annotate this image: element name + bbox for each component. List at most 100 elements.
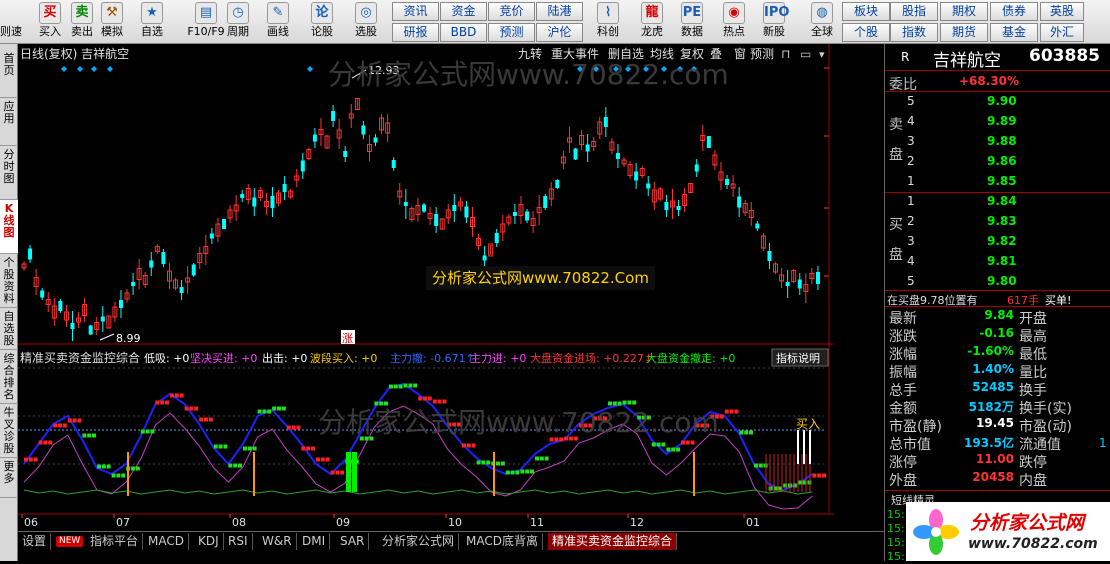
leftnav-item-2[interactable]: 分时图 <box>0 146 18 200</box>
bottom-tab-7[interactable]: DMI <box>298 533 331 550</box>
candle-body <box>573 148 578 160</box>
bottom-tab-1[interactable]: NEW <box>56 536 84 547</box>
signal-dot <box>286 425 291 430</box>
quick-link-0-0[interactable]: 资讯 <box>392 2 439 21</box>
market-link-0-4[interactable]: 英股 <box>1040 2 1084 21</box>
chart-tool-7[interactable]: 预测 <box>750 47 774 61</box>
bottom-tab-9[interactable]: 分析家公式网 <box>378 533 460 550</box>
buy-price-4[interactable]: 9.80 <box>987 274 1017 288</box>
sell-price-4[interactable]: 9.85 <box>987 174 1017 188</box>
bottom-tab-10[interactable]: MACD底背离 <box>462 533 543 550</box>
buy-price-0[interactable]: 9.84 <box>987 194 1017 208</box>
candle-body <box>240 194 245 198</box>
ind-item-1: 坚决买进: +0 <box>190 352 257 365</box>
leftnav-item-3[interactable]: K线图 <box>0 200 18 254</box>
toolbar-button-0[interactable]: 买买入 <box>34 0 66 44</box>
bottom-tab-8[interactable]: SAR <box>336 533 370 550</box>
signal-dot <box>671 447 676 452</box>
leftnav-item-8[interactable]: 更多 <box>0 458 18 498</box>
lock-icon[interactable]: ⊓ <box>781 47 790 61</box>
toolbar-button-13[interactable]: IPO 新股 <box>758 0 790 44</box>
market-link-0-2[interactable]: 期权 <box>940 2 988 21</box>
bottom-tab-5[interactable]: RSI <box>224 533 253 550</box>
market-link-1-3[interactable]: 基金 <box>990 23 1038 42</box>
buy-level-3: 4 <box>907 254 915 268</box>
sell-price-0[interactable]: 9.90 <box>987 94 1017 108</box>
toolbar-button-9[interactable]: ⌇ 科创 <box>592 0 624 44</box>
signal-dot <box>681 440 685 445</box>
leftnav-item-4[interactable]: 个股资料 <box>0 254 18 308</box>
toolbar-button-1[interactable]: 卖卖出 <box>66 0 98 44</box>
sell-price-2[interactable]: 9.88 <box>987 134 1017 148</box>
leftnav-item-5[interactable]: 自选股 <box>0 308 18 350</box>
signal-dot <box>462 443 466 448</box>
toolbar-icon-11: PE <box>681 2 703 24</box>
toolbar-button-7[interactable]: 论论股 <box>306 0 338 44</box>
chart-tool-6[interactable]: 窗 <box>734 47 746 61</box>
market-link-0-3[interactable]: 债券 <box>990 2 1038 21</box>
toolbar-button-2[interactable]: ⚒ 模拟 <box>96 0 128 44</box>
candle-body <box>615 153 620 159</box>
bottom-tab-0[interactable]: 设置 <box>18 533 52 550</box>
quick-link-1-3[interactable]: 沪伦 <box>536 23 583 42</box>
toolbar-button-5[interactable]: ◷ 周期 <box>222 0 254 44</box>
signal-dot <box>792 483 797 488</box>
bottom-tab-2[interactable]: 指标平台 <box>86 533 144 550</box>
market-link-0-1[interactable]: 股指 <box>890 2 938 21</box>
bottom-tab-4[interactable]: KDJ <box>194 533 224 550</box>
candle-body <box>58 301 63 311</box>
layout-icon[interactable]: ▭ <box>800 47 811 61</box>
quick-link-0-2[interactable]: 竞价 <box>488 2 535 21</box>
toolbar-label-9: 科创 <box>597 25 619 38</box>
market-link-1-1[interactable]: 指数 <box>890 23 938 42</box>
leftnav-item-0[interactable]: 首页 <box>0 50 18 98</box>
bottom-tab-6[interactable]: W&R <box>258 533 297 550</box>
quick-link-1-1[interactable]: BBD <box>440 23 487 42</box>
toolbar-button-10[interactable]: 龍龙虎 <box>636 0 668 44</box>
market-link-1-2[interactable]: 期货 <box>940 23 988 42</box>
quick-link-1-0[interactable]: 研报 <box>392 23 439 42</box>
stat-value-2: -1.60% <box>967 344 1014 358</box>
sell-price-3[interactable]: 9.86 <box>987 154 1017 168</box>
quick-link-1-2[interactable]: 预测 <box>488 23 535 42</box>
candle-body <box>131 282 136 286</box>
buy-price-2[interactable]: 9.82 <box>987 234 1017 248</box>
signal-dot <box>471 443 476 448</box>
leftnav-item-6[interactable]: 综合排名 <box>0 350 18 404</box>
market-link-0-0[interactable]: 板块 <box>842 2 890 21</box>
toolbar-button-12[interactable]: ◉ 热点 <box>718 0 750 44</box>
date-label-0: 06 <box>24 516 38 529</box>
signal-dot <box>525 469 530 474</box>
watermark-top: 分析家公式网www.70822.com <box>328 58 729 91</box>
toolbar-icon-3: ★ <box>141 2 163 24</box>
signal-dot <box>296 425 301 430</box>
toolbar-button-11[interactable]: PE 数据 <box>676 0 708 44</box>
toolbar-button-8[interactable]: ◎ 选股 <box>350 0 382 44</box>
market-link-1-4[interactable]: 外汇 <box>1040 23 1084 42</box>
signal-dot <box>320 457 325 462</box>
signal-dot <box>33 457 38 462</box>
leftnav-item-1[interactable]: 应用 <box>0 98 18 146</box>
buy-price-3[interactable]: 9.81 <box>987 254 1017 268</box>
leftnav-item-7[interactable]: 牛叉诊股 <box>0 404 18 458</box>
candle-body <box>331 111 336 121</box>
signal-dot <box>812 473 817 478</box>
dropdown-icon[interactable]: ▾ <box>819 48 825 61</box>
quick-link-0-1[interactable]: 资金 <box>440 2 487 21</box>
toolbar-button-6[interactable]: ✎ 画线 <box>262 0 294 44</box>
market-link-1-0[interactable]: 个股 <box>842 23 890 42</box>
sell-price-1[interactable]: 9.89 <box>987 114 1017 128</box>
sell-level-0: 5 <box>907 94 915 108</box>
candle-body <box>815 272 820 284</box>
toolbar-button-3[interactable]: ★ 自选 <box>136 0 168 44</box>
bottom-tab-3[interactable]: MACD <box>144 533 189 550</box>
candle-body <box>785 282 790 286</box>
quick-link-0-3[interactable]: 陆港 <box>536 2 583 21</box>
buy-price-1[interactable]: 9.83 <box>987 214 1017 228</box>
signal-dot <box>121 473 126 478</box>
bottom-tab-11[interactable]: 精准买卖资金监控综合 <box>548 533 678 550</box>
stat-value-9: 20458 <box>972 470 1014 484</box>
candle-body <box>149 260 154 268</box>
candle-body <box>464 206 469 218</box>
toolbar-button-14[interactable]: ◍ 全球 <box>806 0 838 44</box>
